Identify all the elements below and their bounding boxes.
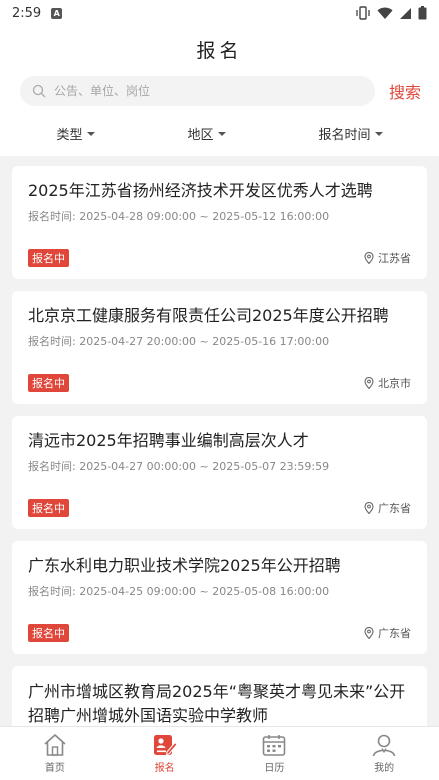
status-bar: 2:59 A [0,0,439,26]
signup-time: 报名时间: 2025-04-27 20:00:00 ~ 2025-05-16 1… [28,335,330,348]
status-badge: 报名中 [28,499,69,517]
tab-home[interactable]: 首页 [0,727,110,780]
job-title: 北京京工健康服务有限责任公司2025年度公开招聘 [28,306,389,325]
search-box[interactable] [20,76,375,106]
job-card[interactable]: 清远市2025年招聘事业编制高层次人才 报名时间: 2025-04-27 00:… [12,416,427,529]
wifi-icon [377,7,393,19]
location-label: 北京市 [378,377,411,390]
signal-icon [400,7,411,19]
top-area: 2:59 A 报名 公告、单位、岗位 搜索 类型 地区 报名时间 [0,0,439,156]
signup-time: 报名时间: 2025-04-25 09:00:00 ~ 2025-05-08 1… [28,585,330,598]
job-list: 2025年江苏省扬州经济技术开发区优秀人才选聘 报名时间: 2025-04-28… [0,156,439,736]
status-time: 2:59 [12,5,42,21]
location-label: 广东省 [378,627,411,640]
tab-profile-label: 我的 [374,763,395,774]
filter-region-label: 地区 [187,127,214,143]
location: 广东省 [364,500,411,516]
caret-down-icon [374,132,383,136]
job-title: 广州市增城区教育局2025年“粤聚英才粤见未来”公开招聘广州增城外国语实验中学教… [28,682,406,725]
search-input[interactable] [54,84,363,98]
tab-calendar[interactable]: 日历 [220,727,330,780]
tab-calendar-label: 日历 [264,763,285,774]
tab-home-label: 首页 [44,763,65,774]
location-label: 江苏省 [378,252,411,265]
filter-type-label: 类型 [56,127,83,143]
caret-down-icon [217,132,226,136]
signup-icon [153,735,178,756]
battery-icon [418,6,427,20]
job-card[interactable]: 广东水利电力职业技术学院2025年公开招聘 报名时间: 2025-04-25 0… [12,541,427,654]
job-card[interactable]: 2025年江苏省扬州经济技术开发区优秀人才选聘 报名时间: 2025-04-28… [12,166,427,279]
profile-icon [372,734,396,757]
status-badge: 报名中 [28,624,69,642]
bottom-tab-bar: 首页 报名 日历 我的 [0,726,439,780]
home-icon [44,734,66,756]
signup-time: 报名时间: 2025-04-27 00:00:00 ~ 2025-05-07 2… [28,460,330,473]
filter-region[interactable]: 地区 [187,124,226,143]
location-pin-icon [364,502,374,514]
job-title: 广东水利电力职业技术学院2025年公开招聘 [28,556,341,575]
signup-time: 报名时间: 2025-04-28 09:00:00 ~ 2025-05-12 1… [28,210,330,223]
job-title: 清远市2025年招聘事业编制高层次人才 [28,431,309,450]
search-row: 搜索 [0,72,439,110]
calendar-icon [263,735,286,756]
job-title: 2025年江苏省扬州经济技术开发区优秀人才选聘 [28,181,373,200]
job-card[interactable]: 北京京工健康服务有限责任公司2025年度公开招聘 报名时间: 2025-04-2… [12,291,427,404]
location: 江苏省 [364,250,411,266]
status-badge: 报名中 [28,374,69,392]
location-label: 广东省 [378,502,411,515]
tab-profile[interactable]: 我的 [329,727,439,780]
filter-row: 类型 地区 报名时间 [0,110,439,156]
search-icon [32,84,46,98]
caret-down-icon [86,132,95,136]
location-pin-icon [364,377,374,389]
location: 广东省 [364,625,411,641]
filter-type[interactable]: 类型 [56,124,95,143]
tab-signup[interactable]: 报名 [110,727,220,780]
location-pin-icon [364,627,374,639]
filter-signup-time[interactable]: 报名时间 [318,124,383,143]
tab-signup-label: 报名 [154,763,175,774]
status-badge: 报名中 [28,249,69,267]
page-title: 报名 [196,39,243,62]
sim-notification-icon: A [51,7,63,19]
vibrate-icon [356,6,370,20]
location-pin-icon [364,252,374,264]
location: 北京市 [364,375,411,391]
filter-signup-time-label: 报名时间 [318,127,371,143]
search-button[interactable]: 搜索 [389,79,421,103]
